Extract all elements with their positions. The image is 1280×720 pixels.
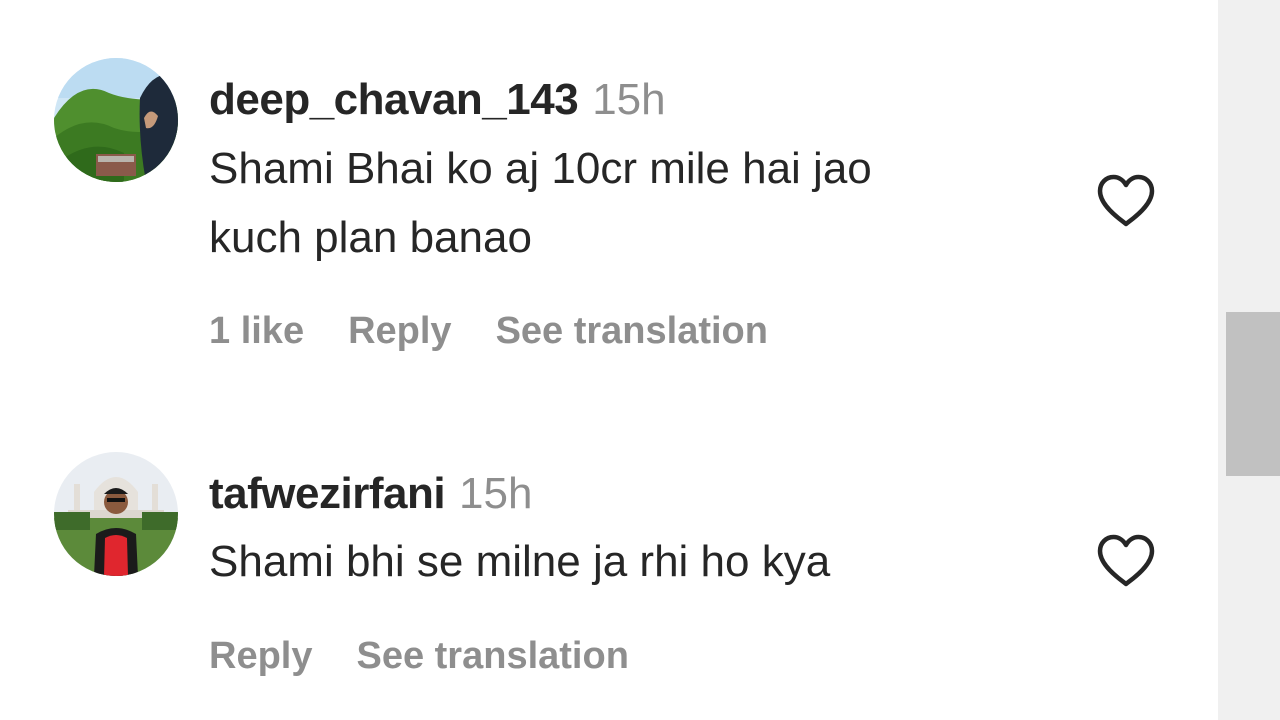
- comment-header: tafwezirfani 15h: [209, 472, 532, 516]
- see-translation-button[interactable]: See translation: [356, 637, 628, 675]
- timestamp[interactable]: 15h: [592, 75, 665, 124]
- likes-count-link[interactable]: 1 like: [209, 312, 304, 350]
- heart-outline-icon: [1097, 534, 1155, 587]
- comment-text-line: Shami Bhai ko aj 10cr mile hai jao: [209, 144, 872, 193]
- like-button[interactable]: [1096, 174, 1156, 228]
- reply-button[interactable]: Reply: [348, 312, 451, 350]
- avatar-image: [54, 58, 178, 182]
- like-button[interactable]: [1096, 534, 1156, 588]
- comment-actions: Reply See translation: [209, 637, 673, 675]
- avatar-image: [54, 452, 178, 576]
- comment-text: Shami bhi se milne ja rhi ho kya: [209, 527, 1069, 596]
- avatar[interactable]: [54, 452, 178, 576]
- avatar[interactable]: [54, 58, 178, 182]
- comment-text-line: Shami bhi se milne ja rhi ho kya: [209, 537, 831, 586]
- username-link[interactable]: tafwezirfani: [209, 469, 446, 518]
- comment-list: deep_chavan_143 15h Shami Bhai ko aj 10cr…: [0, 0, 1218, 720]
- comment-actions: 1 like Reply See translation: [209, 312, 812, 350]
- username-link[interactable]: deep_chavan_143: [209, 75, 579, 124]
- scrollbar-thumb[interactable]: [1226, 312, 1280, 476]
- see-translation-button[interactable]: See translation: [496, 312, 768, 350]
- comment-text-line: kuch plan banao: [209, 213, 532, 262]
- scrollbar[interactable]: [1218, 0, 1280, 720]
- comment-text: Shami Bhai ko aj 10cr mile hai jao kuch …: [209, 134, 1069, 272]
- comment-header: deep_chavan_143 15h: [209, 78, 666, 122]
- reply-button[interactable]: Reply: [209, 637, 312, 675]
- comments-view: deep_chavan_143 15h Shami Bhai ko aj 10cr…: [0, 0, 1280, 720]
- heart-outline-icon: [1097, 174, 1155, 227]
- timestamp[interactable]: 15h: [459, 469, 532, 518]
